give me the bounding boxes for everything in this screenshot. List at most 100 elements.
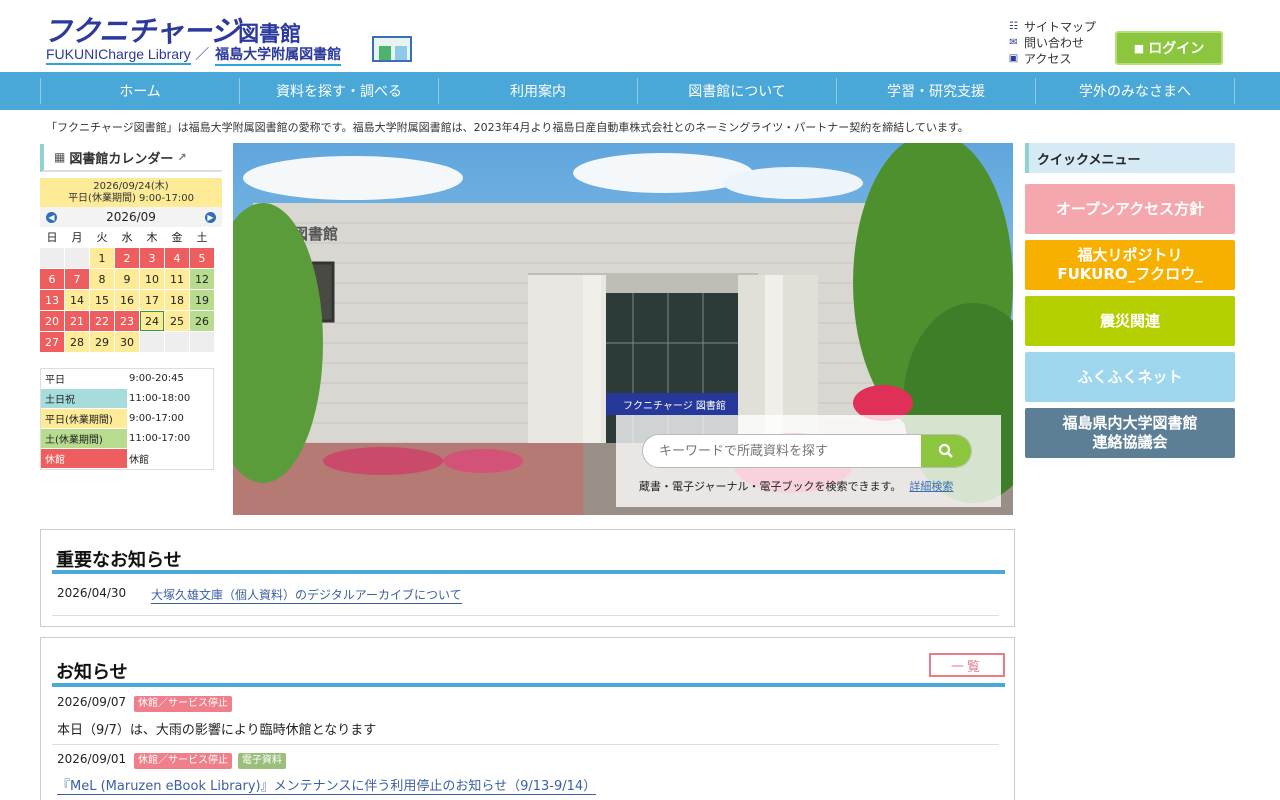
login-button[interactable]: ■ ログイン [1115,31,1223,65]
calendar-day: 16 [115,290,139,310]
search-button[interactable] [921,435,971,467]
sitemap-link[interactable]: ☷ サイトマップ [1008,18,1096,34]
fukuro-repository-button[interactable]: 福大リポジトリ FUKURO_フクロウ_ [1025,240,1235,290]
contact-label: 問い合わせ [1024,35,1085,50]
calendar-day: 22 [90,311,114,331]
calendar-month: 2026/09 [106,210,156,224]
train-icon: ▣ [1008,52,1019,64]
library-building-icon [372,36,412,62]
lock-icon: ■ [1133,41,1145,55]
calendar-day: 1 [90,248,114,268]
nav-search-materials[interactable]: 資料を探す・調べる [239,78,438,104]
weekday-label: 金 [165,227,189,247]
calendar-day: 7 [65,269,89,289]
news-title-bar [52,683,1005,687]
today-date: 2026/09/24(木) [93,181,169,192]
logo-english-name: FUKUNICharge Library [46,46,191,65]
calendar-empty-cell [190,332,214,352]
nav-learning-support[interactable]: 学習・研究支援 [836,78,1035,104]
login-label: ログイン [1148,41,1205,57]
news-item-text[interactable]: 本日（9/7）は、大雨の影響により臨時休館となります [57,719,376,738]
weekday-label: 火 [90,227,114,247]
prev-month-icon[interactable]: ◀ [46,211,57,223]
utility-links: ☷ サイトマップ ✉ 問い合わせ ▣ アクセス [1008,18,1096,66]
calendar-day: 17 [140,290,164,310]
calendar-title-link[interactable]: ▦ 図書館カレンダー ↗ [40,144,222,172]
search-box [642,434,972,468]
calendar-day: 25 [165,311,189,331]
entrance-sign: フクニチャージ 図書館 [623,399,726,412]
nav-home[interactable]: ホーム [40,78,239,104]
nav-usage-guide[interactable]: 利用案内 [438,78,637,104]
disaster-related-button[interactable]: 震災関連 [1025,296,1235,346]
calendar-day: 3 [140,248,164,268]
fukufuku-net-button[interactable]: ふくふくネット [1025,352,1235,402]
logo-main-kanji: 図書館 [238,22,302,46]
calendar-empty-cell [40,248,64,268]
calendar-day: 26 [190,311,214,331]
news-link[interactable]: 『MeL (Maruzen eBook Library)』メンテナンスに伴う利用… [57,779,597,795]
calendar-day: 12 [190,269,214,289]
news-divider [52,744,999,745]
quick-menu-title: クイックメニュー [1025,143,1235,173]
sitemap-label: サイトマップ [1024,19,1097,34]
weekday-label: 水 [115,227,139,247]
legend-key: 土日祝 [41,389,127,408]
legend-value: 9:00-17:00 [129,413,184,424]
legend-row: 休館 休館 [41,449,213,469]
calendar-week: 13 14 15 16 17 18 19 [40,290,222,311]
weekday-label: 月 [65,227,89,247]
news-item-meta: 2026/09/01 休館／サービス停止 電子資料 [57,752,997,770]
access-label: アクセス [1024,51,1072,66]
fukushima-univ-libraries-button[interactable]: 福島県内大学図書館 連絡協議会 [1025,408,1235,458]
calendar-month-bar: ◀ 2026/09 ▶ [40,207,222,227]
important-link[interactable]: 大塚久雄文庫（個人資料）のデジタルアーカイブについて [151,586,462,604]
legend-row: 平日 9:00-20:45 [41,369,213,389]
calendar-week: 20 21 22 23 24 25 26 [40,311,222,332]
access-link[interactable]: ▣ アクセス [1008,50,1096,66]
legend-value: 9:00-20:45 [129,373,184,384]
contact-link[interactable]: ✉ 問い合わせ [1008,34,1096,50]
legend-row: 土日祝 11:00-18:00 [41,389,213,409]
news-title: お知らせ [56,662,128,683]
legend-key: 平日 [41,369,127,388]
calendar-day: 13 [40,290,64,310]
important-notices: 重要なお知らせ 2026/04/30 大塚久雄文庫（個人資料）のデジタルアーカイ… [40,529,1015,627]
calendar-grid: 日月火水木金土 1 2 3 4 5 6 7 8 9 10 11 12 13 14 15 16 17 18 19 20 2… [40,227,222,353]
calendar-day: 30 [115,332,139,352]
nav-about-library[interactable]: 図書館について [637,78,836,104]
legend-value: 11:00-18:00 [129,393,191,404]
legend-value: 休館 [129,455,149,466]
catalog-search-panel: 蔵書・電子ジャーナル・電子ブックを検索できます。詳細検索 [616,415,1001,507]
calendar-empty-cell [165,332,189,352]
weekday-label: 日 [40,227,64,247]
news-list-button[interactable]: 一覧 [929,653,1005,677]
logo-main-text: フクニチャージ [43,14,239,48]
calendar-weekday-row: 日月火水木金土 [40,227,222,248]
calendar-day: 6 [40,269,64,289]
news-item-meta: 2026/09/07 休館／サービス停止 [57,695,997,713]
important-title: 重要なお知らせ [56,550,182,571]
search-icon [938,443,953,458]
calendar-legend: 平日 9:00-20:45 土日祝 11:00-18:00 平日(休業期間) 9:00-1… [40,368,214,470]
logo-subtitle: FUKUNICharge Library ／ 福島大学附属図書館 [46,44,342,66]
open-access-policy-button[interactable]: オープンアクセス方針 [1025,184,1235,234]
calendar-day: 10 [140,269,164,289]
legend-row: 平日(休業期間) 9:00-17:00 [41,409,213,429]
calendar-day: 9 [115,269,139,289]
news-tag: 電子資料 [237,753,286,769]
important-item: 2026/04/30 大塚久雄文庫（個人資料）のデジタルアーカイブについて [57,586,997,606]
search-input[interactable] [643,435,923,467]
legend-row: 土(休業期間) 11:00-17:00 [41,429,213,449]
news-item-text: 『MeL (Maruzen eBook Library)』メンテナンスに伴う利用… [57,775,597,795]
next-month-icon[interactable]: ▶ [204,211,216,223]
weekday-label: 土 [190,227,214,247]
calendar-week: 12345 [40,248,222,269]
news-date: 2026/09/07 [57,695,127,709]
calendar-empty-cell [65,248,89,268]
logo-japanese-name: 福島大学附属図書館 [215,47,342,66]
advanced-search-link[interactable]: 詳細検索 [909,480,953,493]
calendar-day: 18 [165,290,189,310]
nav-external-users[interactable]: 学外のみなさまへ [1035,78,1235,104]
calendar-day: 20 [40,311,64,331]
